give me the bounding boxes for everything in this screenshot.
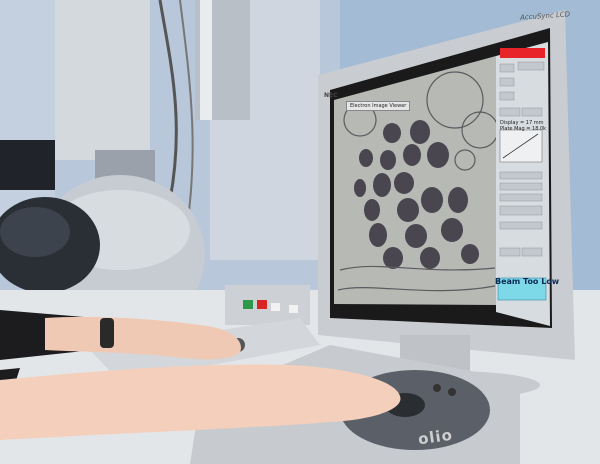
red-button[interactable] bbox=[257, 300, 267, 309]
side-device bbox=[0, 140, 55, 190]
viewer-window-title: Electron Image Viewer bbox=[346, 101, 411, 111]
white-button[interactable] bbox=[271, 303, 280, 311]
window-reflection bbox=[0, 207, 70, 257]
lab-scene bbox=[0, 0, 600, 464]
wristwatch bbox=[100, 318, 114, 348]
microscope-column bbox=[55, 0, 150, 160]
console-button[interactable] bbox=[433, 384, 441, 392]
mag-readout: Plate Mag = 18.0k bbox=[500, 126, 547, 132]
white-button[interactable] bbox=[289, 305, 298, 313]
green-button[interactable] bbox=[243, 300, 253, 309]
console-button[interactable] bbox=[448, 388, 456, 396]
cylinder-highlight bbox=[200, 0, 212, 120]
beam-status-label[interactable]: Beam Too Low bbox=[495, 277, 559, 286]
alert-indicator bbox=[500, 48, 545, 58]
monitor-logo: NEC bbox=[324, 92, 338, 99]
